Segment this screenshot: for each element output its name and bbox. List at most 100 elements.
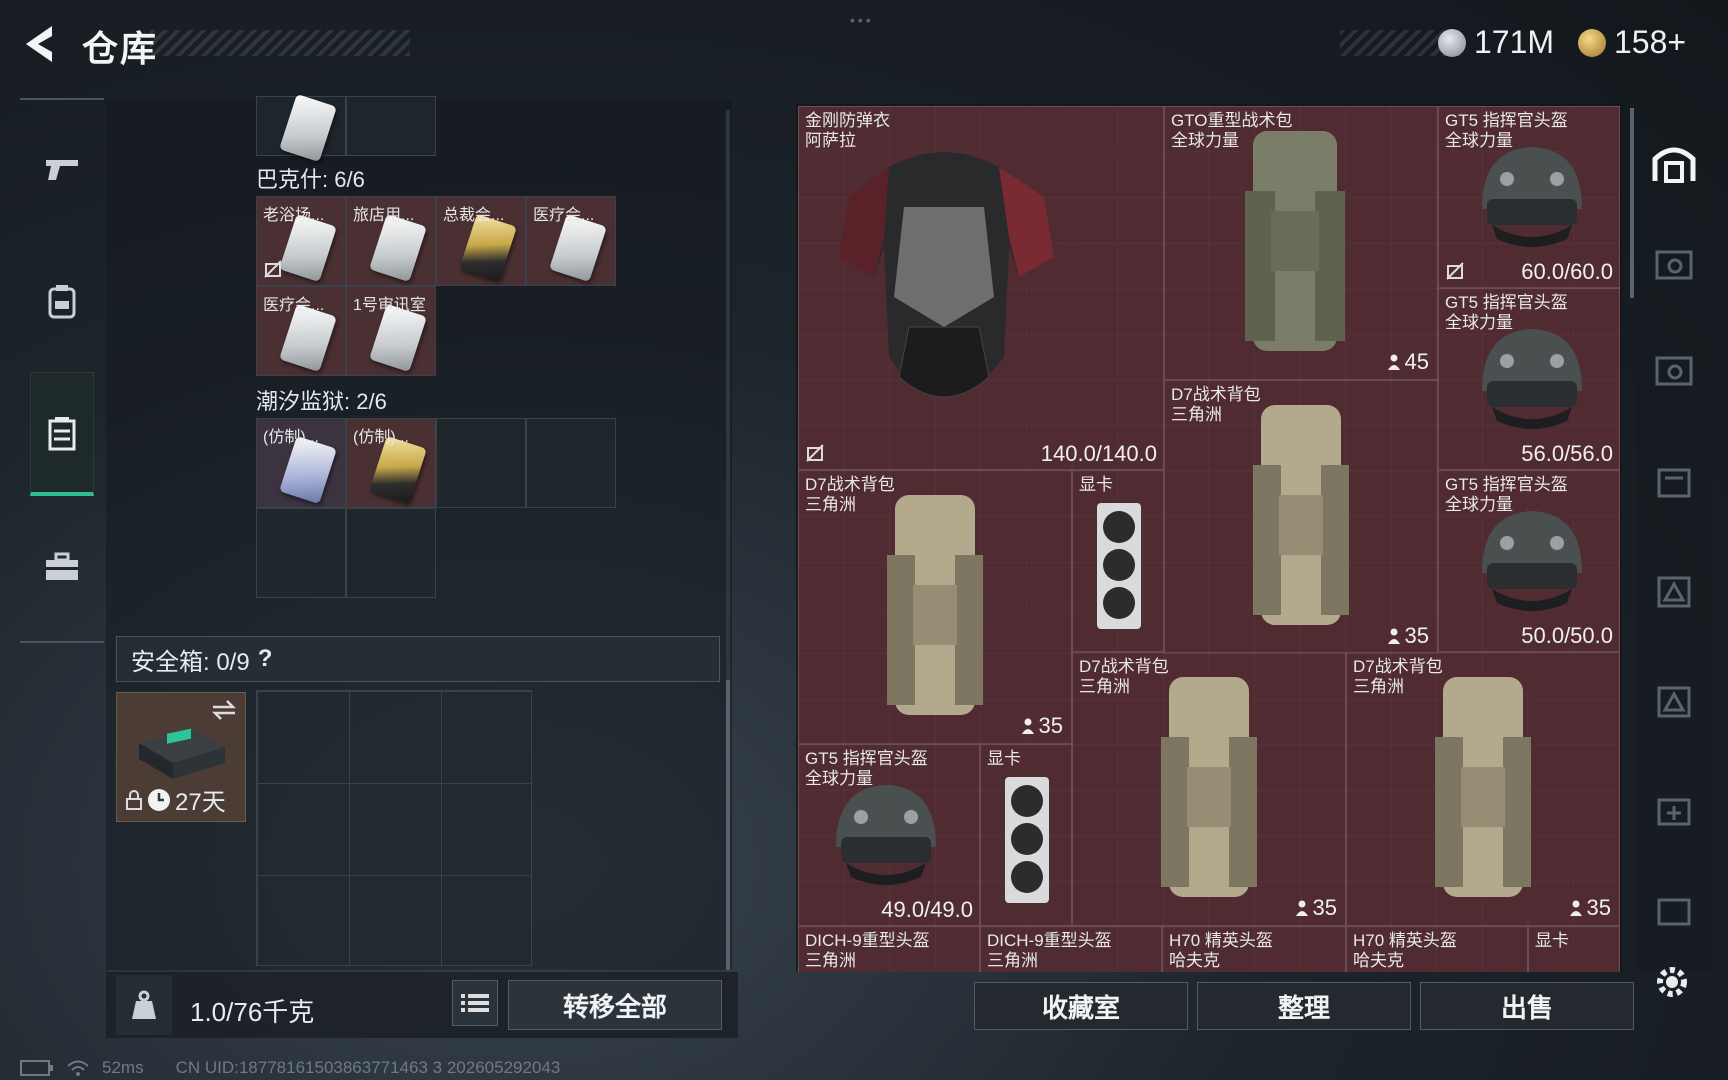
item-backpack[interactable]: D7战术背包 三角洲 35 <box>1164 380 1438 654</box>
backpack-icon <box>1245 131 1345 351</box>
list-view-button[interactable] <box>452 980 498 1026</box>
keycard-name: 1号审讯室 <box>353 297 426 314</box>
item-helmet[interactable]: DICH-9重型头盔 三角洲 <box>980 926 1162 972</box>
item-backpack[interactable]: D7战术背包 三角洲 35 <box>1346 652 1620 926</box>
stash-cell[interactable] <box>346 96 436 156</box>
left-nav <box>20 98 104 643</box>
item-helmet[interactable]: GT5 指挥官头盔 全球力量 49.0/49.0 <box>798 744 980 926</box>
battery-icon <box>20 1060 53 1076</box>
ping: 52ms <box>102 1058 144 1077</box>
nav-stash-v[interactable] <box>1648 238 1700 290</box>
item-name: 显卡 <box>987 749 1021 768</box>
transfer-all-button[interactable]: 转移全部 <box>508 980 722 1030</box>
inventory-scroll-thumb[interactable] <box>1630 108 1634 298</box>
swap-icon[interactable] <box>211 699 237 721</box>
safebox-label: 安全箱: 0/9 <box>131 648 250 676</box>
gold-currency[interactable]: 158+ <box>1578 24 1686 61</box>
list-icon <box>461 994 489 1012</box>
crate-icon <box>48 416 76 450</box>
empty-slot[interactable] <box>346 508 436 598</box>
keycard-name: 医疗会... <box>263 297 325 314</box>
item-helmet[interactable]: GT5 指挥官头盔 全球力量 50.0/50.0 <box>1438 470 1620 652</box>
item-name: H70 精英头盔 哈夫克 <box>1169 931 1273 970</box>
keycard-slot[interactable]: (仿制)... <box>256 418 346 508</box>
keycard-slot[interactable]: 旅店用... <box>346 196 436 286</box>
gpu-icon <box>1097 503 1141 629</box>
silver-amount: 171M <box>1474 24 1555 60</box>
nav-equipment[interactable] <box>30 256 94 346</box>
nav-toolbox[interactable] <box>30 522 94 612</box>
no-drop-icon <box>806 444 824 462</box>
title-stripe <box>150 30 410 56</box>
backpack-icon <box>1253 405 1349 625</box>
pistol-icon <box>46 160 78 180</box>
stash-cell[interactable] <box>256 93 346 163</box>
back-arrow-icon <box>26 26 52 62</box>
keycard-slot[interactable]: 医疗会... <box>256 286 346 376</box>
nav-stash-gti[interactable] <box>1648 564 1700 616</box>
keycard-slot[interactable]: 医疗会... <box>526 196 616 286</box>
item-name: 显卡 <box>1535 931 1569 950</box>
clock-icon <box>148 788 170 811</box>
nav-weapons[interactable] <box>30 124 94 214</box>
back-button[interactable] <box>18 20 62 68</box>
weight-readout: 1.0/76千克 <box>190 997 315 1027</box>
keycard-icon <box>279 93 337 163</box>
keycard-name: (仿制)... <box>263 429 319 446</box>
backpack-icon <box>48 285 76 319</box>
keycard-slot[interactable]: 老浴场... <box>256 196 346 286</box>
safebox-grid[interactable] <box>256 690 532 966</box>
sell-button[interactable]: 出售 <box>1420 982 1634 1030</box>
item-gpu[interactable]: 显卡 <box>1072 470 1164 652</box>
item-helmet[interactable]: H70 精英头盔 哈夫克 <box>1162 926 1346 972</box>
nav-stash-iv3[interactable] <box>1648 784 1700 836</box>
helmet-icon <box>1482 147 1582 247</box>
empty-slot[interactable] <box>436 418 526 508</box>
safebox-item[interactable]: 27天 <box>116 692 246 822</box>
item-backpack[interactable]: D7战术背包 三角洲 35 <box>1072 652 1346 926</box>
item-helmet[interactable]: GT5 指挥官头盔 全球力量 60.0/60.0 <box>1438 106 1620 288</box>
stash-iv2-icon <box>1657 686 1691 718</box>
settings-button[interactable] <box>1650 960 1694 1004</box>
uid: CN UID:18778161503863771463 3 2026052920… <box>175 1058 561 1077</box>
nav-stash-iv2[interactable] <box>1648 674 1700 726</box>
keycard-name: (仿制)... <box>353 429 409 446</box>
empty-slot[interactable] <box>256 508 346 598</box>
right-nav <box>1636 104 1712 972</box>
item-helmet[interactable]: DICH-9重型头盔 三角洲 <box>798 926 980 972</box>
empty-slot[interactable] <box>526 418 616 508</box>
gold-amount: 158+ <box>1614 24 1687 60</box>
nav-containers[interactable] <box>30 372 94 496</box>
person-icon <box>1569 900 1582 916</box>
collection-button[interactable]: 收藏室 <box>974 982 1188 1030</box>
sort-button[interactable]: 整理 <box>1197 982 1411 1030</box>
item-backpack[interactable]: GTO重型战术包 全球力量 45 <box>1164 106 1438 380</box>
keycard-slot[interactable]: (仿制)... <box>346 418 436 508</box>
item-helmet[interactable]: GT5 指挥官头盔 全球力量 56.0/56.0 <box>1438 288 1620 470</box>
nav-stash-v2[interactable] <box>1648 344 1700 396</box>
drag-handle: ••• <box>850 12 874 28</box>
help-icon[interactable]: ? <box>258 645 273 673</box>
weight-lock[interactable] <box>116 975 172 1035</box>
no-drop-icon <box>264 260 282 278</box>
item-gpu[interactable]: 显卡 <box>1528 926 1620 972</box>
stash-scroll-thumb[interactable] <box>726 680 730 970</box>
helmet-icon <box>1482 511 1582 611</box>
nav-stash-gti2[interactable] <box>1648 884 1700 936</box>
page-title: 仓库 <box>82 28 159 69</box>
vault-icon <box>1652 147 1696 183</box>
keycard-slot[interactable]: 总裁会... <box>436 196 526 286</box>
keycard-slot[interactable]: 1号审讯室 <box>346 286 436 376</box>
backpack-icon <box>1161 677 1257 897</box>
person-icon <box>1387 354 1400 370</box>
nav-backpack-tab[interactable] <box>1648 136 1700 188</box>
item-armor-vest[interactable]: 金刚防弹衣 阿萨拉 140.0/140.0 <box>798 106 1164 470</box>
nav-stash-iv[interactable] <box>1648 454 1700 506</box>
safebox-header: 安全箱: 0/9 ? <box>116 636 720 682</box>
gear-icon <box>1657 967 1687 997</box>
item-durability: 50.0/50.0 <box>1521 623 1613 648</box>
item-gpu[interactable]: 显卡 <box>980 744 1072 926</box>
armor-vest-icon <box>839 152 1054 398</box>
item-backpack[interactable]: D7战术背包 三角洲 35 <box>798 470 1072 744</box>
item-helmet[interactable]: H70 精英头盔 哈夫克 <box>1346 926 1528 972</box>
